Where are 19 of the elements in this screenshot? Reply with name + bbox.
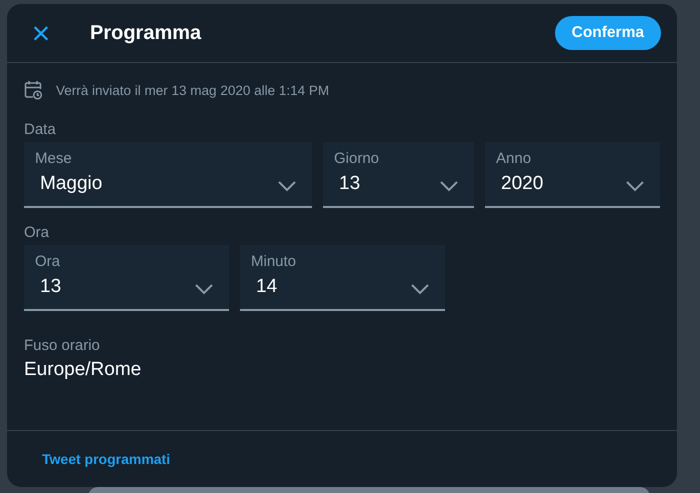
timezone-label: Fuso orario bbox=[24, 337, 101, 354]
chevron-down-icon bbox=[439, 180, 459, 192]
dropdown-field[interactable]: Giorno 13 bbox=[323, 142, 474, 208]
section-label: Data bbox=[24, 121, 57, 138]
calendar-clock-icon bbox=[24, 80, 43, 100]
chevron-down-icon bbox=[277, 180, 297, 192]
close-button[interactable]: × bbox=[23, 17, 59, 49]
dropdown-field[interactable]: Minuto 14 bbox=[240, 245, 445, 311]
chevron-down-icon bbox=[410, 283, 430, 295]
scheduled-tweets-link[interactable]: Tweet programmati bbox=[42, 451, 170, 467]
dropdown-field[interactable]: Mese Maggio bbox=[24, 142, 312, 208]
chevron-down-icon bbox=[625, 180, 645, 192]
timezone-value: Europe/Rome bbox=[24, 359, 142, 381]
dropdown-field[interactable]: Ora 13 bbox=[24, 245, 229, 311]
dropdown-field[interactable]: Anno 2020 bbox=[485, 142, 660, 208]
section-label: Ora bbox=[24, 224, 50, 241]
dialog-title: Programma bbox=[90, 22, 202, 44]
chevron-down-icon bbox=[194, 283, 214, 295]
scheduled-time-text: Verrà inviato il mer 13 mag 2020 alle 1:14 PM bbox=[56, 82, 330, 98]
